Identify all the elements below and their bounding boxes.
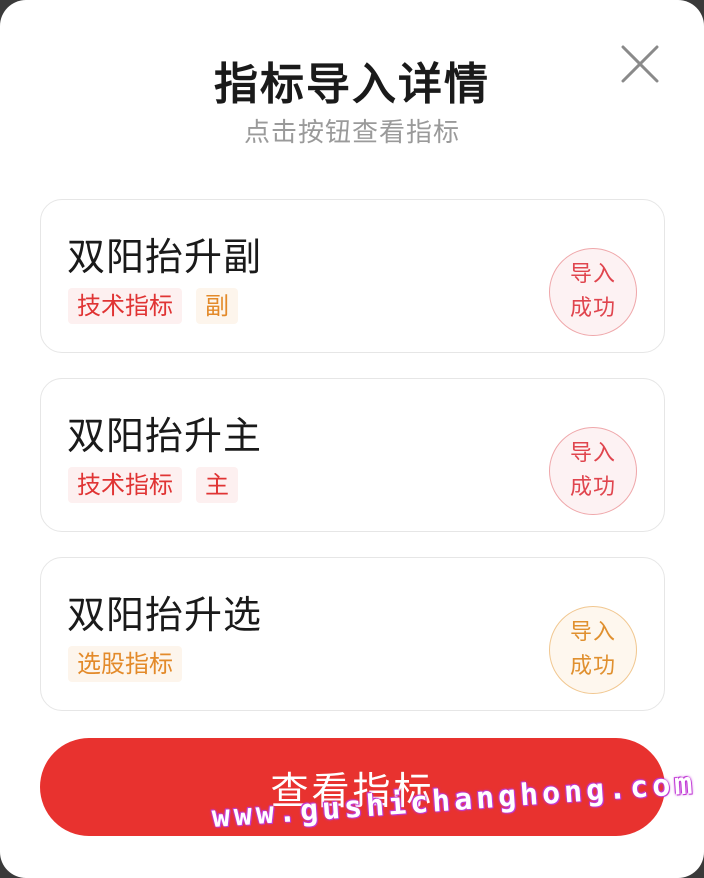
tag-group: 选股指标 (68, 646, 182, 682)
dialog-title: 指标导入详情 (214, 59, 490, 110)
import-success-stamp: 导入 成功 (549, 606, 637, 694)
category-tag: 技术指标 (68, 288, 182, 324)
category-tag: 技术指标 (68, 467, 182, 503)
indicator-card: 双阳抬升主 技术指标 主 导入 成功 (40, 378, 665, 532)
import-success-stamp: 导入 成功 (549, 427, 637, 515)
import-success-stamp: 导入 成功 (549, 248, 637, 336)
dialog-subtitle: 点击按钮查看指标 (243, 118, 460, 148)
indicator-card: 双阳抬升选 选股指标 导入 成功 (40, 557, 665, 711)
import-detail-dialog: 指标导入详情 点击按钮查看指标 双阳抬升副 技术指标 副 导入 成功 双阳抬升主… (0, 0, 704, 878)
type-tag: 主 (196, 467, 238, 503)
stamp-line-1: 导入 (569, 620, 616, 645)
indicator-name: 双阳抬升选 (67, 593, 263, 637)
tag-group: 技术指标 副 (68, 288, 238, 324)
category-tag: 选股指标 (68, 646, 182, 682)
stamp-line-1: 导入 (569, 262, 616, 287)
close-icon (621, 45, 659, 83)
close-button[interactable] (618, 42, 662, 86)
type-tag: 副 (196, 288, 238, 324)
stamp-line-2: 成功 (569, 654, 616, 679)
indicator-card: 双阳抬升副 技术指标 副 导入 成功 (40, 199, 665, 353)
stamp-line-2: 成功 (569, 296, 616, 321)
stamp-line-1: 导入 (569, 441, 616, 466)
tag-group: 技术指标 主 (68, 467, 238, 503)
stamp-line-2: 成功 (569, 475, 616, 500)
indicator-name: 双阳抬升副 (67, 235, 263, 279)
indicator-list: 双阳抬升副 技术指标 副 导入 成功 双阳抬升主 技术指标 主 导入 成功 双阳… (40, 199, 665, 736)
indicator-name: 双阳抬升主 (67, 414, 263, 458)
view-indicators-button[interactable]: 查看指标 (40, 738, 665, 836)
